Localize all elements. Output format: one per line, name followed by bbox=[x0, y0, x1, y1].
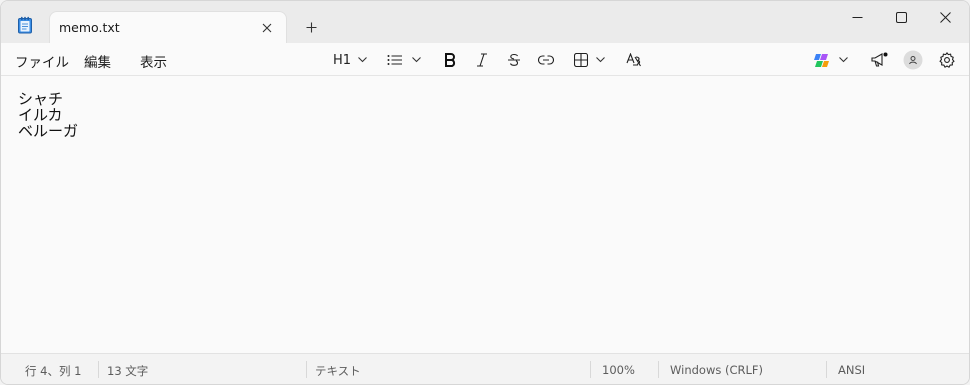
cursor-position: 行 4、列 1 bbox=[25, 364, 82, 378]
status-divider bbox=[826, 361, 827, 378]
close-icon bbox=[939, 8, 951, 27]
bold-icon bbox=[444, 53, 456, 67]
account-icon bbox=[903, 50, 923, 70]
link-icon bbox=[538, 55, 554, 65]
notepad-window: memo.txt ファイル 編集 表示 H1 シャチ イルカ ベルーガ 行 4、… bbox=[0, 0, 970, 385]
italic-icon bbox=[476, 53, 488, 67]
heading-dropdown[interactable]: H1 bbox=[328, 48, 372, 72]
bold-button[interactable] bbox=[438, 48, 462, 72]
bulleted-list-icon bbox=[387, 54, 403, 66]
menu-file[interactable]: ファイル bbox=[15, 51, 69, 71]
heading-label: H1 bbox=[332, 52, 352, 68]
character-count: 13 文字 bbox=[107, 364, 149, 378]
tab-memo[interactable]: memo.txt bbox=[49, 11, 287, 43]
status-divider bbox=[590, 361, 591, 378]
chevron-down-icon bbox=[838, 57, 848, 63]
list-dropdown[interactable] bbox=[384, 48, 424, 72]
menu-edit[interactable]: 編集 bbox=[84, 51, 111, 71]
gear-icon bbox=[939, 52, 955, 68]
copilot-dropdown[interactable] bbox=[809, 48, 851, 72]
tab-title: memo.txt bbox=[59, 20, 120, 35]
table-dropdown[interactable] bbox=[569, 48, 609, 72]
zoom-level[interactable]: 100% bbox=[602, 363, 635, 377]
menu-bar: ファイル 編集 表示 H1 bbox=[1, 43, 969, 76]
status-divider bbox=[306, 361, 307, 378]
close-button[interactable] bbox=[923, 3, 967, 31]
notepad-icon bbox=[13, 13, 37, 37]
chevron-down-icon bbox=[595, 57, 605, 63]
text-format[interactable]: テキスト bbox=[315, 363, 361, 379]
text-editor[interactable]: シャチ イルカ ベルーガ bbox=[1, 77, 969, 353]
maximize-icon bbox=[895, 8, 907, 27]
menu-view[interactable]: 表示 bbox=[140, 51, 167, 71]
status-bar: 行 4、列 1 13 文字 テキスト 100% Windows (CRLF) A… bbox=[1, 353, 969, 384]
status-divider bbox=[658, 361, 659, 378]
chevron-down-icon bbox=[412, 57, 421, 63]
settings-button[interactable] bbox=[935, 48, 959, 72]
copilot-icon bbox=[813, 52, 830, 69]
chevron-down-icon bbox=[358, 57, 367, 63]
italic-button[interactable] bbox=[470, 48, 494, 72]
editor-line: イルカ bbox=[18, 106, 63, 124]
whats-new-button[interactable] bbox=[867, 48, 891, 72]
encoding[interactable]: ANSI bbox=[838, 363, 865, 377]
minimize-icon bbox=[852, 8, 863, 27]
editor-line: ベルーガ bbox=[18, 122, 79, 140]
megaphone-icon bbox=[870, 52, 888, 68]
editor-line: シャチ bbox=[18, 90, 64, 108]
table-icon bbox=[573, 53, 588, 67]
maximize-button[interactable] bbox=[879, 3, 923, 31]
status-divider bbox=[98, 361, 99, 378]
link-button[interactable] bbox=[534, 48, 558, 72]
spellcheck-icon bbox=[626, 53, 642, 67]
account-button[interactable] bbox=[901, 48, 925, 72]
strikethrough-button[interactable] bbox=[502, 48, 526, 72]
strikethrough-icon bbox=[507, 53, 521, 67]
plus-icon[interactable] bbox=[299, 15, 323, 39]
close-icon[interactable] bbox=[256, 17, 278, 39]
title-bar: memo.txt bbox=[1, 1, 969, 43]
line-ending[interactable]: Windows (CRLF) bbox=[670, 363, 763, 377]
minimize-button[interactable] bbox=[835, 3, 879, 31]
spellcheck-button[interactable] bbox=[622, 48, 646, 72]
